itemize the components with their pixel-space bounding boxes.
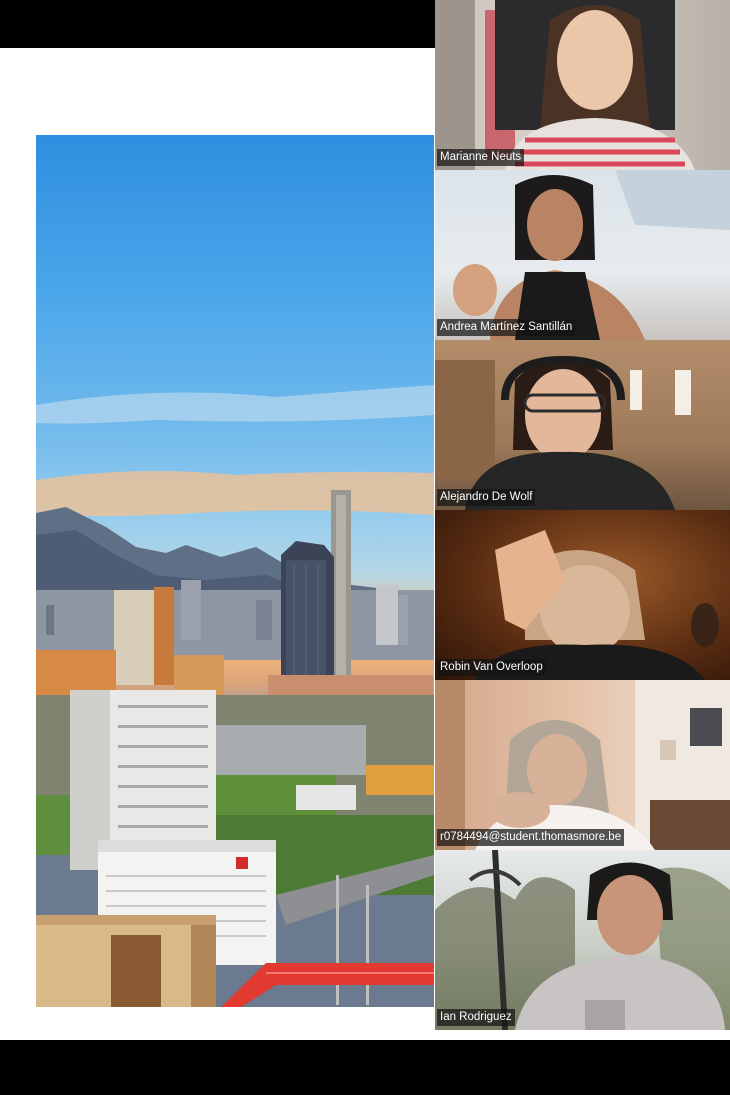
shared-screen-slide xyxy=(36,135,434,1007)
bottom-black-bar xyxy=(0,1040,730,1095)
participant-gallery: Marianne Neuts Andrea Martínez Santillán… xyxy=(435,0,730,1030)
participant-tile-ian-rodriguez[interactable]: Ian Rodriguez xyxy=(435,850,730,1030)
participant-video-4 xyxy=(475,530,719,680)
participant-name: r0784494@student.thomasmore.be xyxy=(437,829,625,846)
participant-video-3 xyxy=(435,355,691,510)
participant-name: Marianne Neuts xyxy=(437,149,525,166)
participant-tile-student-email[interactable]: r0784494@student.thomasmore.be xyxy=(435,680,730,850)
participant-video-5 xyxy=(435,680,730,850)
participant-name: Ian Rodriguez xyxy=(437,1009,515,1026)
participant-tile-robin-van-overloop[interactable]: Robin Van Overloop xyxy=(435,510,730,680)
city-skyline-image xyxy=(36,385,434,1007)
participant-tile-marianne-neuts[interactable]: Marianne Neuts xyxy=(435,0,730,170)
participant-video-1 xyxy=(435,0,695,170)
top-black-bar xyxy=(0,0,435,48)
participant-video-2 xyxy=(453,170,730,340)
participant-name: Andrea Martínez Santillán xyxy=(437,319,576,336)
participant-tile-alejandro-de-wolf[interactable]: Alejandro De Wolf xyxy=(435,340,730,510)
participant-tile-andrea-martinez[interactable]: Andrea Martínez Santillán xyxy=(435,170,730,340)
participant-video-6 xyxy=(435,850,730,1030)
participant-name: Robin Van Overloop xyxy=(437,659,546,676)
participant-name: Alejandro De Wolf xyxy=(437,489,536,506)
